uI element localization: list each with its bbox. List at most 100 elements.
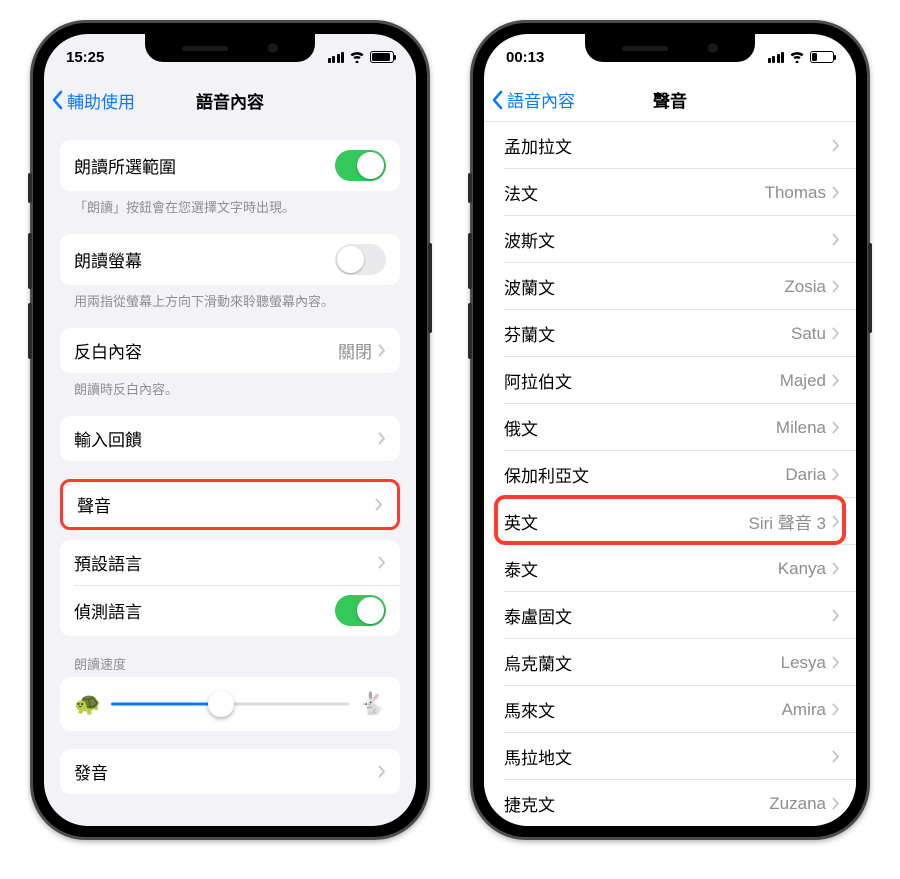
language-row[interactable]: 孟加拉文 bbox=[484, 122, 856, 169]
language-label: 阿拉伯文 bbox=[504, 368, 572, 393]
language-row[interactable]: 捷克文Zuzana bbox=[484, 780, 856, 826]
back-button[interactable]: 輔助使用 bbox=[52, 88, 135, 113]
row-detect-language[interactable]: 偵測語言 bbox=[60, 585, 400, 636]
voice-value: Lesya bbox=[781, 653, 826, 673]
footer-text: 朗讀時反白內容。 bbox=[60, 373, 400, 398]
row-label: 朗讀所選範圍 bbox=[74, 153, 176, 178]
row-speak-selection[interactable]: 朗讀所選範圍 bbox=[60, 140, 400, 191]
voice-value: Siri 聲音 3 bbox=[749, 509, 826, 534]
voice-value: Zosia bbox=[784, 277, 826, 297]
chevron-right-icon bbox=[832, 656, 840, 669]
phone-right: 00:13 語音內容 聲音 孟加拉文法文Thomas波斯文波蘭文Zosia芬蘭文… bbox=[470, 20, 870, 840]
chevron-right-icon bbox=[832, 233, 840, 246]
voice-value: Majed bbox=[780, 371, 826, 391]
wifi-icon bbox=[349, 51, 365, 63]
chevron-left-icon bbox=[52, 90, 64, 110]
status-time: 15:25 bbox=[66, 49, 104, 66]
row-voices[interactable]: 聲音 bbox=[63, 482, 397, 527]
phone-left: 15:25 輔助使用 語音內容 朗讀所選範圍 bbox=[30, 20, 430, 840]
chevron-left-icon bbox=[492, 90, 504, 110]
language-row[interactable]: 英文 Siri 聲音 3 bbox=[484, 498, 856, 545]
signal-icon bbox=[768, 52, 785, 63]
chevron-right-icon bbox=[375, 498, 383, 511]
language-label: 捷克文 bbox=[504, 791, 555, 816]
language-label: 英文 bbox=[504, 509, 538, 534]
signal-icon bbox=[328, 52, 345, 63]
row-speaking-rate[interactable]: 🐢 🐇 bbox=[60, 677, 400, 731]
language-row[interactable]: 芬蘭文 Satu bbox=[484, 310, 856, 357]
row-label: 輸入回饋 bbox=[74, 426, 142, 451]
section-header: 朗讀速度 bbox=[60, 636, 400, 677]
language-label: 泰文 bbox=[504, 556, 538, 581]
language-label: 保加利亞文 bbox=[504, 462, 589, 487]
language-row[interactable]: 馬拉地文 bbox=[484, 733, 856, 780]
chevron-right-icon bbox=[832, 609, 840, 622]
language-list: 孟加拉文法文 Thomas 波斯文波蘭文 Zosia 芬蘭文 Satu 阿拉伯文 Majed 俄… bbox=[484, 122, 856, 826]
language-label: 俄文 bbox=[504, 415, 538, 440]
chevron-right-icon bbox=[832, 327, 840, 340]
chevron-right-icon bbox=[378, 765, 386, 778]
chevron-right-icon bbox=[378, 556, 386, 569]
language-row[interactable]: 波蘭文 Zosia bbox=[484, 263, 856, 310]
chevron-right-icon bbox=[832, 421, 840, 434]
toggle-speak-screen[interactable] bbox=[335, 244, 386, 275]
row-default-language[interactable]: 預設語言 bbox=[60, 540, 400, 585]
nav-bar: 輔助使用 語音內容 bbox=[44, 78, 416, 122]
toggle-speak-selection[interactable] bbox=[335, 150, 386, 181]
language-row[interactable]: 波斯文 bbox=[484, 216, 856, 263]
chevron-right-icon bbox=[832, 750, 840, 763]
row-label: 反白內容 bbox=[74, 338, 142, 363]
tortoise-icon: 🐢 bbox=[74, 691, 101, 717]
row-value: 關閉 bbox=[338, 338, 372, 363]
battery-icon bbox=[370, 51, 394, 63]
language-label: 泰盧固文 bbox=[504, 603, 572, 628]
row-typing-feedback[interactable]: 輸入回饋 bbox=[60, 416, 400, 461]
row-label: 預設語言 bbox=[74, 550, 142, 575]
language-label: 芬蘭文 bbox=[504, 321, 555, 346]
language-row[interactable]: 俄文 Milena bbox=[484, 404, 856, 451]
toggle-detect-language[interactable] bbox=[335, 595, 386, 626]
chevron-right-icon bbox=[832, 280, 840, 293]
language-label: 法文 bbox=[504, 180, 538, 205]
row-label: 聲音 bbox=[77, 492, 111, 517]
back-label: 輔助使用 bbox=[67, 88, 135, 113]
voice-value: Satu bbox=[791, 324, 826, 344]
row-label: 發音 bbox=[74, 759, 108, 784]
language-row[interactable]: 泰文Kanya bbox=[484, 545, 856, 592]
nav-bar: 語音內容 聲音 bbox=[484, 78, 856, 122]
language-row[interactable]: 馬來文 Amira bbox=[484, 686, 856, 733]
voice-value: Thomas bbox=[765, 183, 826, 203]
row-highlight-content[interactable]: 反白內容 關閉 bbox=[60, 328, 400, 373]
language-row[interactable]: 保加利亞文 Daria bbox=[484, 451, 856, 498]
row-label: 朗讀螢幕 bbox=[74, 247, 142, 272]
chevron-right-icon bbox=[832, 515, 840, 528]
wifi-icon bbox=[789, 51, 805, 63]
chevron-right-icon bbox=[378, 432, 386, 445]
row-label: 偵測語言 bbox=[74, 598, 142, 623]
screen: 00:13 語音內容 聲音 孟加拉文法文Thomas波斯文波蘭文Zosia芬蘭文… bbox=[484, 34, 856, 826]
language-label: 孟加拉文 bbox=[504, 133, 572, 158]
voice-value: Amira bbox=[782, 700, 826, 720]
voice-value: Milena bbox=[776, 418, 826, 438]
language-label: 烏克蘭文 bbox=[504, 650, 572, 675]
row-pronunciation[interactable]: 發音 bbox=[60, 749, 400, 794]
footer-text: 用兩指從螢幕上方向下滑動來聆聽螢幕內容。 bbox=[60, 285, 400, 310]
chevron-right-icon bbox=[832, 374, 840, 387]
language-row[interactable]: 法文 Thomas bbox=[484, 169, 856, 216]
screen: 15:25 輔助使用 語音內容 朗讀所選範圍 bbox=[44, 34, 416, 826]
language-row[interactable]: 烏克蘭文 Lesya bbox=[484, 639, 856, 686]
language-row[interactable]: 阿拉伯文 Majed bbox=[484, 357, 856, 404]
chevron-right-icon bbox=[832, 468, 840, 481]
language-row[interactable]: 泰盧固文 bbox=[484, 592, 856, 639]
chevron-right-icon bbox=[832, 797, 840, 810]
language-label: 馬來文 bbox=[504, 697, 555, 722]
voice-value: Daria bbox=[785, 465, 826, 485]
rabbit-icon: 🐇 bbox=[359, 691, 386, 717]
back-button[interactable]: 語音內容 bbox=[492, 87, 575, 112]
chevron-right-icon bbox=[832, 562, 840, 575]
rate-slider[interactable] bbox=[111, 691, 348, 717]
chevron-right-icon bbox=[832, 186, 840, 199]
row-speak-screen[interactable]: 朗讀螢幕 bbox=[60, 234, 400, 285]
language-label: 波蘭文 bbox=[504, 274, 555, 299]
language-label: 波斯文 bbox=[504, 227, 555, 252]
